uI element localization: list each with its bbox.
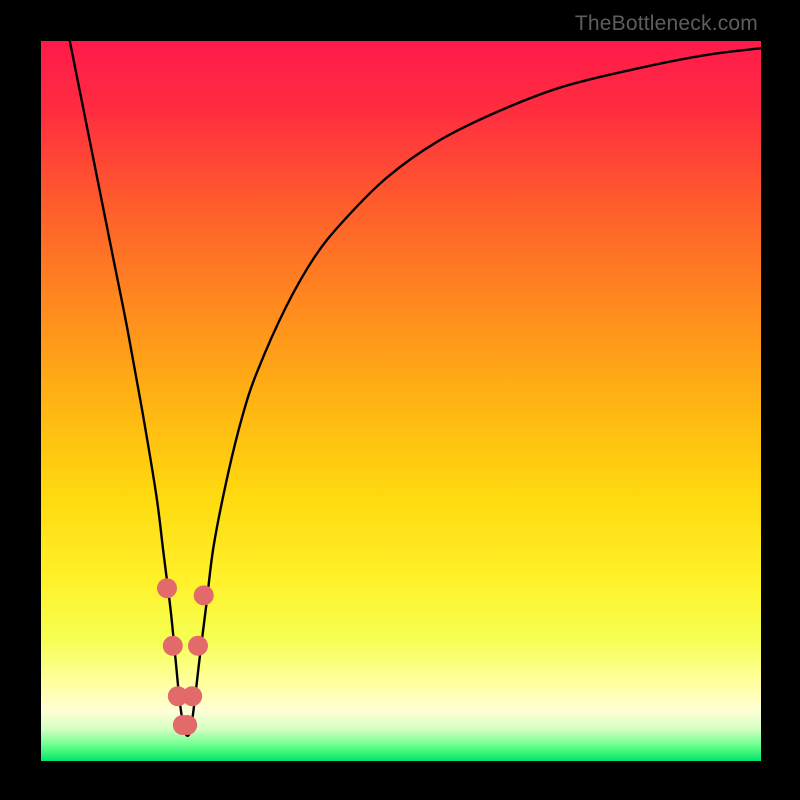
- dip-marker: [177, 715, 197, 735]
- dip-marker: [182, 686, 202, 706]
- dip-marker: [163, 636, 183, 656]
- watermark-text: TheBottleneck.com: [575, 12, 758, 36]
- bottleneck-curve: [41, 41, 761, 761]
- plot-area: [41, 41, 761, 761]
- dip-marker: [157, 578, 177, 598]
- chart-frame: TheBottleneck.com: [0, 0, 800, 800]
- dip-marker: [188, 636, 208, 656]
- dip-marker: [194, 585, 214, 605]
